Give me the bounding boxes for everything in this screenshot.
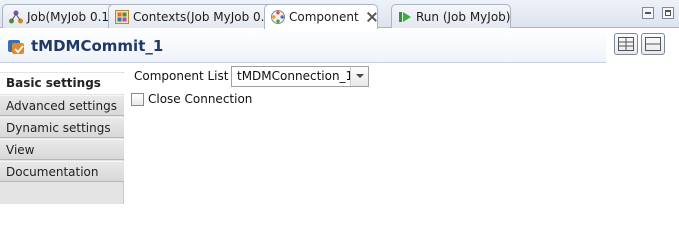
maximize-icon[interactable]: [662, 7, 674, 19]
run-icon: [399, 11, 411, 22]
tab-run[interactable]: Run (Job MyJob): [391, 4, 512, 28]
list-view-icon: [645, 37, 661, 51]
settings-nav: Basic settings Advanced settings Dynamic…: [0, 72, 125, 204]
component-list-select[interactable]: tMDMConnection_1: [231, 66, 369, 87]
tab-component-label: Component: [289, 10, 359, 24]
close-connection-checkbox[interactable]: [131, 93, 144, 106]
editor-tab-bar: Job(MyJob 0.1) Contexts(Job MyJob 0.1) C…: [0, 0, 679, 29]
tab-component[interactable]: Component: [264, 4, 378, 29]
close-icon[interactable]: [367, 12, 377, 22]
basic-settings-panel: [125, 64, 679, 204]
nav-dynamic-settings[interactable]: Dynamic settings: [0, 117, 124, 138]
nav-advanced-settings[interactable]: Advanced settings: [0, 95, 124, 116]
table-view-icon: [618, 37, 634, 51]
component-icon: [271, 10, 285, 24]
nav-basic-settings[interactable]: Basic settings: [0, 73, 125, 94]
tab-job-label: Job(MyJob 0.1): [27, 9, 114, 24]
tab-contexts-label: Contexts(Job MyJob 0.1): [133, 9, 277, 24]
tab-contexts[interactable]: Contexts(Job MyJob 0.1): [108, 4, 278, 28]
page-title: tMDMCommit_1: [31, 36, 164, 55]
nav-view[interactable]: View: [0, 139, 124, 160]
component-list-label: Component List: [134, 69, 229, 83]
component-header: tMDMCommit_1: [0, 29, 606, 63]
nav-documentation[interactable]: Documentation: [0, 161, 124, 182]
contexts-icon: [115, 9, 129, 24]
job-icon: [9, 10, 23, 23]
chevron-down-icon[interactable]: [350, 67, 368, 86]
tab-job[interactable]: Job(MyJob 0.1): [2, 4, 115, 28]
tab-run-label: Run (Job MyJob): [416, 9, 511, 24]
table-view-button[interactable]: [614, 33, 638, 55]
mdm-commit-icon: [8, 39, 24, 54]
close-connection-label: Close Connection: [148, 92, 253, 106]
minimize-icon[interactable]: [642, 7, 654, 19]
component-list-value: tMDMConnection_1: [237, 69, 354, 83]
list-view-button[interactable]: [641, 33, 665, 55]
